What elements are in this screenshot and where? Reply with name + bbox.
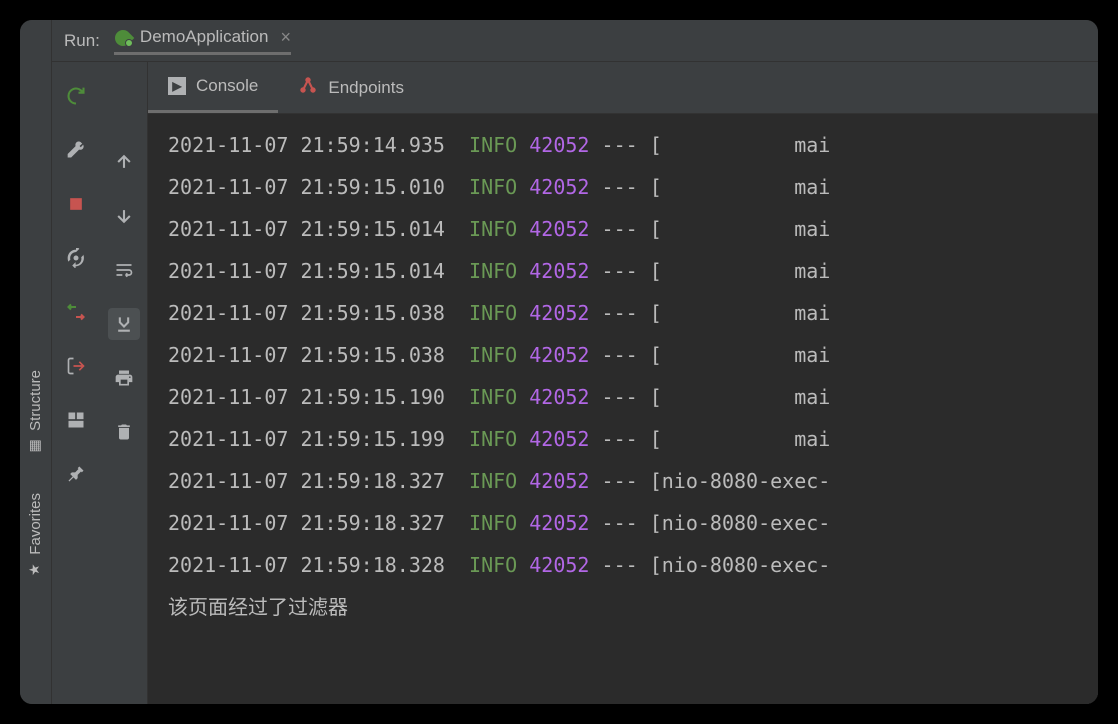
log-line: 2021-11-07 21:59:18.327 INFO 42052 --- [… (168, 502, 1098, 544)
up-button[interactable] (108, 146, 140, 178)
rerun-button[interactable] (60, 80, 92, 112)
structure-label: Structure (27, 370, 44, 431)
log-line: 2021-11-07 21:59:15.014 INFO 42052 --- [… (168, 250, 1098, 292)
endpoints-tab-label: Endpoints (328, 78, 404, 98)
close-tab-icon[interactable]: × (280, 27, 291, 48)
log-line: 2021-11-07 21:59:18.327 INFO 42052 --- [… (168, 460, 1098, 502)
exit-button[interactable] (60, 350, 92, 382)
favorites-label: Favorites (27, 493, 44, 555)
endpoints-icon (298, 75, 318, 100)
dump-threads-button[interactable] (60, 242, 92, 274)
log-line: 2021-11-07 21:59:14.935 INFO 42052 --- [… (168, 124, 1098, 166)
print-button[interactable] (108, 362, 140, 394)
run-toolbar-primary (52, 62, 100, 704)
console-tab[interactable]: ▶ Console (148, 62, 278, 113)
ide-window: ▦ Structure ★ Favorites Run: DemoApplica… (20, 20, 1098, 704)
run-header: Run: DemoApplication × (52, 20, 1098, 62)
log-line: 2021-11-07 21:59:15.199 INFO 42052 --- [… (168, 418, 1098, 460)
structure-icon: ▦ (28, 437, 44, 453)
favorites-tool-button[interactable]: ★ Favorites (27, 473, 44, 597)
log-line: 2021-11-07 21:59:15.010 INFO 42052 --- [… (168, 166, 1098, 208)
run-title: Run: (64, 31, 100, 51)
spring-boot-icon (114, 28, 132, 46)
soft-wrap-button[interactable] (108, 254, 140, 286)
log-line: 2021-11-07 21:59:15.190 INFO 42052 --- [… (168, 376, 1098, 418)
main-area: Run: DemoApplication × (52, 20, 1098, 704)
console-tabs: ▶ Console Endpoints (148, 62, 1098, 114)
run-config-tab[interactable]: DemoApplication × (114, 27, 291, 55)
log-line: 2021-11-07 21:59:15.038 INFO 42052 --- [… (168, 334, 1098, 376)
scroll-to-end-button[interactable] (108, 308, 140, 340)
output-message: 该页面经过了过滤器 (168, 586, 1098, 628)
layout-settings-button[interactable] (60, 404, 92, 436)
down-button[interactable] (108, 200, 140, 232)
endpoints-tab[interactable]: Endpoints (278, 62, 424, 113)
console-play-icon: ▶ (168, 77, 186, 95)
run-config-name: DemoApplication (140, 27, 269, 47)
console-toolbar (100, 62, 148, 704)
structure-tool-button[interactable]: ▦ Structure (27, 350, 44, 473)
clear-button[interactable] (108, 416, 140, 448)
left-tool-sidebar: ▦ Structure ★ Favorites (20, 20, 52, 704)
star-icon: ★ (28, 561, 44, 577)
console-area: ▶ Console Endpoints 2021-11-07 21:59:14.… (148, 62, 1098, 704)
log-line: 2021-11-07 21:59:15.014 INFO 42052 --- [… (168, 208, 1098, 250)
log-line: 2021-11-07 21:59:15.038 INFO 42052 --- [… (168, 292, 1098, 334)
console-output[interactable]: 2021-11-07 21:59:14.935 INFO 42052 --- [… (148, 114, 1098, 704)
pin-button[interactable] (60, 458, 92, 490)
console-tab-label: Console (196, 76, 258, 96)
log-line: 2021-11-07 21:59:18.328 INFO 42052 --- [… (168, 544, 1098, 586)
wrench-button[interactable] (60, 134, 92, 166)
content-row: ▶ Console Endpoints 2021-11-07 21:59:14.… (52, 62, 1098, 704)
layout-button[interactable] (60, 296, 92, 328)
stop-button[interactable] (60, 188, 92, 220)
